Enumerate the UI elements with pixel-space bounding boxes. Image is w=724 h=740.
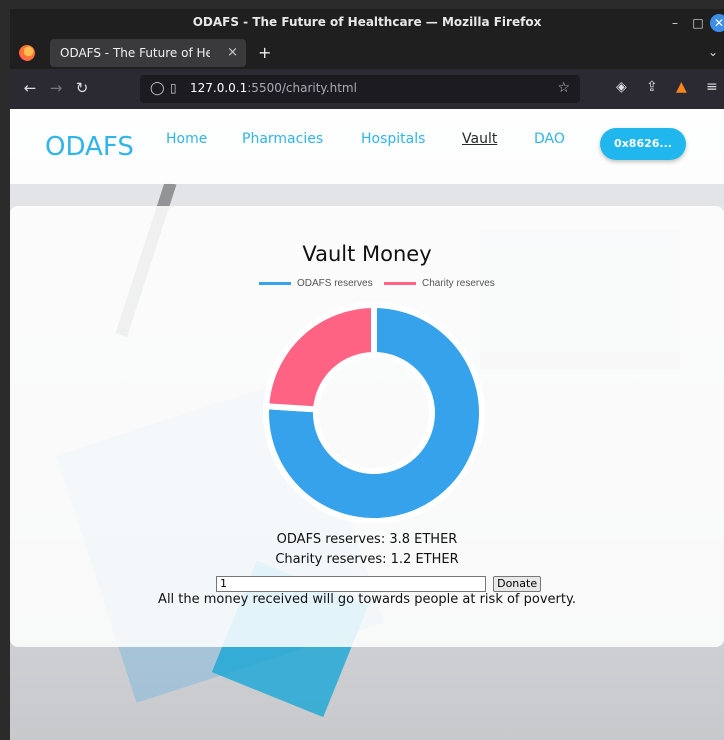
- bookmark-star-icon[interactable]: ☆: [557, 80, 570, 96]
- chevron-down-icon[interactable]: ⌄: [708, 45, 718, 59]
- reload-icon[interactable]: ↻: [72, 79, 92, 97]
- window-title: ODAFS - The Future of Healthcare — Mozil…: [192, 15, 542, 29]
- nav-link-pharmacies[interactable]: Pharmacies: [242, 131, 323, 147]
- vault-card: Vault Money ODAFS reserves Charity reser…: [10, 206, 724, 647]
- back-icon[interactable]: ←: [20, 79, 40, 97]
- charity-reserves-text: Charity reserves: 1.2 ETHER: [275, 552, 459, 567]
- legend-swatch-charity: [384, 282, 416, 285]
- nav-link-hospitals[interactable]: Hospitals: [361, 131, 425, 147]
- doughnut-slice-charity-reserves[interactable]: [263, 301, 377, 413]
- legend-swatch-odafs: [259, 282, 291, 285]
- tab-odafs[interactable]: ODAFS - The Future of Healt ×: [50, 39, 246, 67]
- url-host: 127.0.0.1: [190, 81, 248, 95]
- pocket-icon[interactable]: ◈: [616, 79, 627, 95]
- charity-note: All the money received will go towards p…: [158, 592, 576, 607]
- browser-toolbar: ← → ↻ ◯ ▯ 127.0.0.1:5500/charity.html ☆ …: [10, 69, 724, 109]
- page-info-icon[interactable]: ▯: [170, 81, 177, 95]
- legend-label-odafs: ODAFS reserves: [297, 278, 373, 289]
- site-logo[interactable]: ODAFS: [45, 132, 134, 162]
- nav-link-dao[interactable]: DAO: [534, 131, 565, 147]
- site-header: ODAFS Home Pharmacies Hospitals Vault DA…: [10, 109, 724, 184]
- url-path: :5500/charity.html: [247, 81, 357, 95]
- firefox-icon[interactable]: [19, 45, 35, 61]
- legend-label-charity: Charity reserves: [422, 278, 495, 289]
- tab-bar: ODAFS - The Future of Healt × + ⌄: [10, 37, 724, 69]
- page-viewport: ODAFS Home Pharmacies Hospitals Vault DA…: [10, 109, 724, 740]
- nav-link-home[interactable]: Home: [166, 131, 207, 147]
- new-tab-button[interactable]: +: [258, 43, 271, 62]
- tab-label: ODAFS - The Future of Healt: [60, 46, 210, 60]
- nav-link-vault[interactable]: Vault: [462, 131, 497, 147]
- wallet-address-button[interactable]: 0x8626...: [600, 128, 686, 160]
- share-icon[interactable]: ⇪: [646, 79, 658, 95]
- url-bar[interactable]: ◯ ▯ 127.0.0.1:5500/charity.html ☆: [140, 75, 580, 103]
- donate-button[interactable]: Donate: [493, 575, 542, 592]
- forward-icon[interactable]: →: [46, 79, 66, 97]
- doughnut-chart-svg: [263, 301, 485, 524]
- close-window-icon[interactable]: ✕: [710, 14, 724, 32]
- url-text[interactable]: 127.0.0.1:5500/charity.html: [190, 81, 357, 95]
- vault-title: Vault Money: [302, 242, 432, 266]
- window-titlebar: ODAFS - The Future of Healthcare — Mozil…: [10, 9, 724, 37]
- doughnut-chart[interactable]: [262, 301, 486, 524]
- tab-close-icon[interactable]: ×: [227, 45, 238, 60]
- hamburger-menu-icon[interactable]: ≡: [706, 79, 718, 95]
- metamask-fox-icon[interactable]: ▲: [676, 79, 687, 95]
- minimize-icon[interactable]: –: [666, 14, 684, 32]
- odafs-reserves-text: ODAFS reserves: 3.8 ETHER: [276, 532, 458, 547]
- maximize-icon[interactable]: □: [689, 14, 707, 32]
- donation-amount-input[interactable]: [216, 575, 486, 592]
- shield-icon[interactable]: ◯: [150, 81, 165, 96]
- donate-row: Donate: [216, 572, 542, 592]
- legend-item-odafs[interactable]: ODAFS reserves: [259, 278, 373, 289]
- legend-item-charity[interactable]: Charity reserves: [384, 278, 495, 289]
